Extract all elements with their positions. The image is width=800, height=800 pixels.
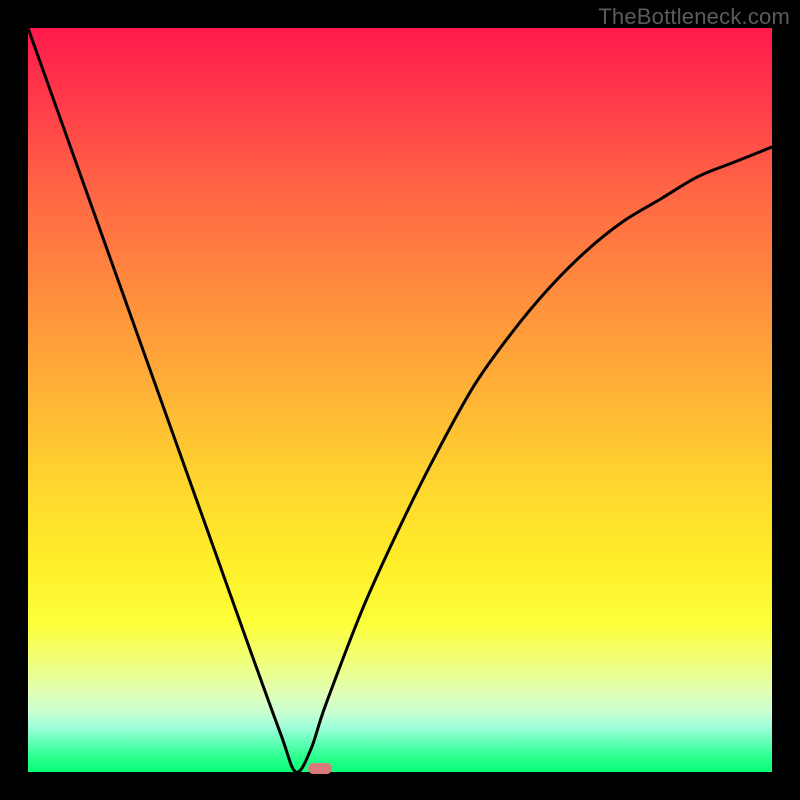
watermark-text: TheBottleneck.com: [598, 4, 790, 30]
min-marker: [308, 763, 332, 774]
chart-frame: TheBottleneck.com: [0, 0, 800, 800]
bottleneck-curve: [28, 28, 772, 772]
plot-area: [28, 28, 772, 772]
